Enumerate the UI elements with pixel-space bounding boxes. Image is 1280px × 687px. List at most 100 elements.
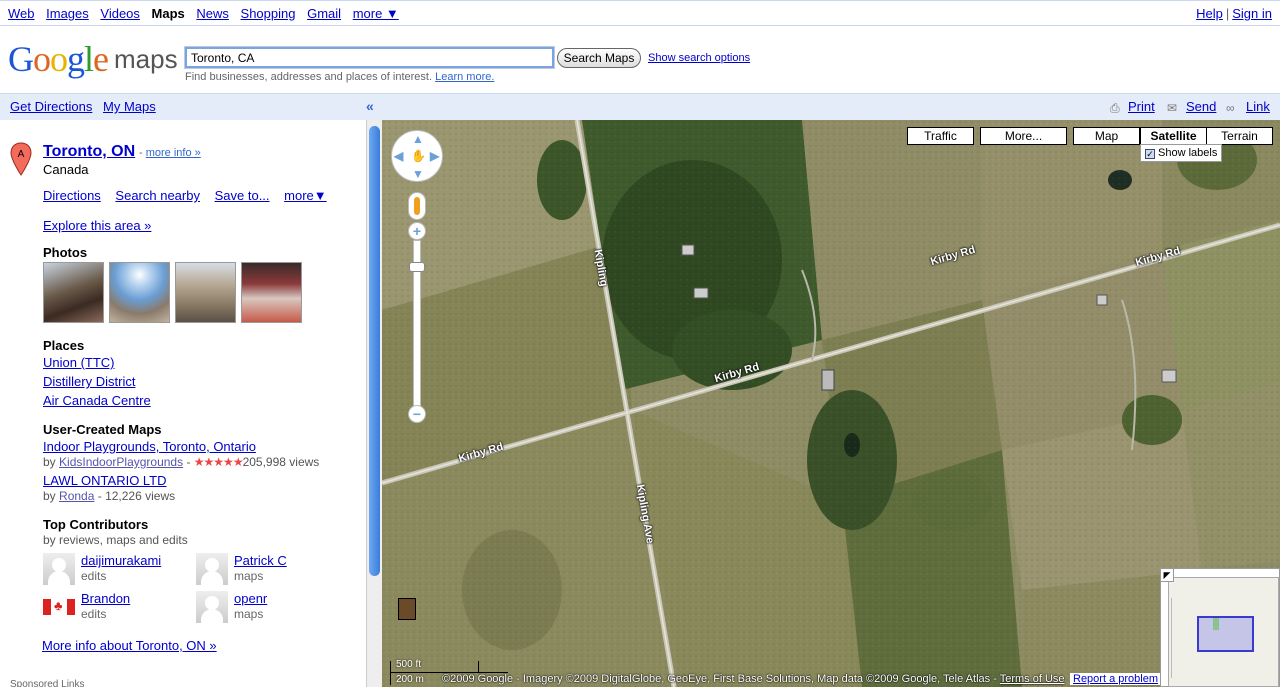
nav-maps-current: Maps <box>151 6 185 21</box>
contributor-role: edits <box>81 569 107 583</box>
hand-icon[interactable]: ✋ <box>411 149 426 163</box>
user-map-link[interactable]: LAWL ONTARIO LTD <box>43 473 167 488</box>
place-title-link[interactable]: Toronto, ON <box>43 143 135 161</box>
marker-a-icon[interactable]: A <box>10 142 32 176</box>
avatar[interactable] <box>196 591 228 623</box>
search-nearby-link[interactable]: Search nearby <box>115 188 200 203</box>
more-actions-link[interactable]: more▼ <box>284 188 327 203</box>
scale-meters: 200 m <box>396 674 424 685</box>
collapse-panel-button[interactable]: « <box>366 98 374 114</box>
explore-area-link[interactable]: Explore this area » <box>43 218 151 233</box>
get-directions-link[interactable]: Get Directions <box>10 99 92 114</box>
contributor-name-link[interactable]: Brandon <box>81 591 130 606</box>
photo-thumbnail[interactable] <box>175 262 236 323</box>
user-map-author-link[interactable]: Ronda <box>59 489 94 503</box>
map-copyright: ©2009 Google - Imagery ©2009 DigitalGlob… <box>442 673 1065 685</box>
contributor: Brandon edits <box>43 591 193 625</box>
contributor-role: edits <box>81 607 107 621</box>
by-text: by <box>43 489 56 503</box>
pan-control[interactable]: ▲ ▼ ◀ ▶ ✋ <box>391 130 443 182</box>
user-map-author-link[interactable]: KidsIndoorPlaygrounds <box>59 455 183 469</box>
nav-shopping[interactable]: Shopping <box>241 6 296 21</box>
search-maps-button[interactable]: Search Maps <box>557 48 641 68</box>
show-labels-text: Show labels <box>1158 147 1218 159</box>
zoom-in-button[interactable]: + <box>408 222 426 240</box>
nav-web[interactable]: Web <box>8 6 35 21</box>
photo-thumbnail[interactable] <box>109 262 170 323</box>
show-search-options-link[interactable]: Show search options <box>648 52 750 64</box>
link-link[interactable]: Link <box>1246 99 1270 114</box>
terms-of-use-link[interactable]: Terms of Use <box>1000 673 1065 685</box>
photo-thumbnail[interactable] <box>43 262 104 323</box>
contributor-name-link[interactable]: daijimurakami <box>81 553 161 568</box>
pan-down-icon[interactable]: ▼ <box>412 167 424 181</box>
contributor-name-link[interactable]: openr <box>234 591 267 606</box>
by-text: by <box>43 455 56 469</box>
overview-map[interactable]: ◤ <box>1160 568 1280 687</box>
scrollbar-thumb[interactable] <box>369 126 380 576</box>
report-problem-link[interactable]: Report a problem <box>1070 673 1161 685</box>
link-icon[interactable]: ∞ <box>1226 101 1239 115</box>
copyright-text: ©2009 Google - Imagery ©2009 DigitalGlob… <box>442 673 997 685</box>
maps-logo-text: maps <box>114 44 178 74</box>
scale-tick <box>478 661 479 672</box>
google-maps-logo[interactable]: Google maps <box>8 38 178 82</box>
map-type-satellite-button[interactable]: Satellite <box>1140 127 1207 145</box>
zoom-out-button[interactable]: − <box>408 405 426 423</box>
contributor-role: maps <box>234 569 264 583</box>
zoom-control[interactable]: + − <box>408 222 426 426</box>
places-heading: Places <box>43 338 85 353</box>
camera-photo-icon[interactable] <box>398 598 416 620</box>
contributor: daijimurakami edits <box>43 553 193 587</box>
search-input[interactable] <box>185 47 554 68</box>
google-logo-text: Google <box>8 39 109 79</box>
save-to-link[interactable]: Save to... <box>215 188 270 203</box>
contributor-name-link[interactable]: Patrick C <box>234 553 287 568</box>
photo-thumbnail[interactable] <box>241 262 302 323</box>
directions-link[interactable]: Directions <box>43 188 101 203</box>
street-view-pegman-icon[interactable] <box>408 192 426 220</box>
send-link[interactable]: Send <box>1186 99 1216 114</box>
place-link-distillery[interactable]: Distillery District <box>43 374 135 389</box>
map-type-map-button[interactable]: Map <box>1073 127 1140 145</box>
scale-tick <box>390 661 391 685</box>
checkbox-checked-icon[interactable]: ✓ <box>1145 149 1155 159</box>
pan-left-icon[interactable]: ◀ <box>394 149 403 163</box>
collapse-overview-icon[interactable]: ◤ <box>1160 568 1174 582</box>
more-info-about-link[interactable]: More info about Toronto, ON » <box>42 638 217 653</box>
avatar[interactable] <box>196 553 228 585</box>
traffic-button[interactable]: Traffic <box>907 127 974 145</box>
print-icon[interactable]: ⎙ <box>1110 101 1123 115</box>
more-info-link[interactable]: more info » <box>146 147 201 159</box>
contributors-subtitle: by reviews, maps and edits <box>43 533 188 547</box>
nav-videos[interactable]: Videos <box>100 6 140 21</box>
map-type-terrain-button[interactable]: Terrain <box>1206 127 1273 145</box>
show-labels-toggle[interactable]: ✓ Show labels <box>1140 144 1222 162</box>
user-map-link[interactable]: Indoor Playgrounds, Toronto, Ontario <box>43 439 256 454</box>
overview-map-view[interactable] <box>1168 577 1279 687</box>
overview-viewport-box[interactable] <box>1197 616 1254 652</box>
place-link-union[interactable]: Union (TTC) <box>43 355 115 370</box>
canada-flag-avatar-icon[interactable] <box>43 598 75 615</box>
help-link[interactable]: Help <box>1196 6 1223 21</box>
my-maps-link[interactable]: My Maps <box>103 99 156 114</box>
print-link[interactable]: Print <box>1128 99 1155 114</box>
nav-images[interactable]: Images <box>46 6 89 21</box>
pan-up-icon[interactable]: ▲ <box>412 132 424 146</box>
nav-more[interactable]: more ▼ <box>353 6 399 21</box>
zoom-slider-handle[interactable] <box>409 262 425 272</box>
panel-scrollbar[interactable] <box>366 120 382 687</box>
send-icon[interactable]: ✉ <box>1167 101 1180 115</box>
avatar[interactable] <box>43 553 75 585</box>
more-info-prefix: - more info » <box>139 147 201 159</box>
sign-in-link[interactable]: Sign in <box>1232 6 1272 21</box>
nav-news[interactable]: News <box>196 6 229 21</box>
place-country: Canada <box>43 162 89 177</box>
contributor: openr maps <box>196 591 346 625</box>
nav-gmail[interactable]: Gmail <box>307 6 341 21</box>
place-link-air-canada-centre[interactable]: Air Canada Centre <box>43 393 151 408</box>
learn-more-link[interactable]: Learn more. <box>435 71 494 83</box>
map-canvas[interactable]: Kirby Rd Kirby Rd Kirby Rd Kirby Rd Kipl… <box>382 120 1280 687</box>
pan-right-icon[interactable]: ▶ <box>430 149 439 163</box>
more-layers-button[interactable]: More... <box>980 127 1067 145</box>
